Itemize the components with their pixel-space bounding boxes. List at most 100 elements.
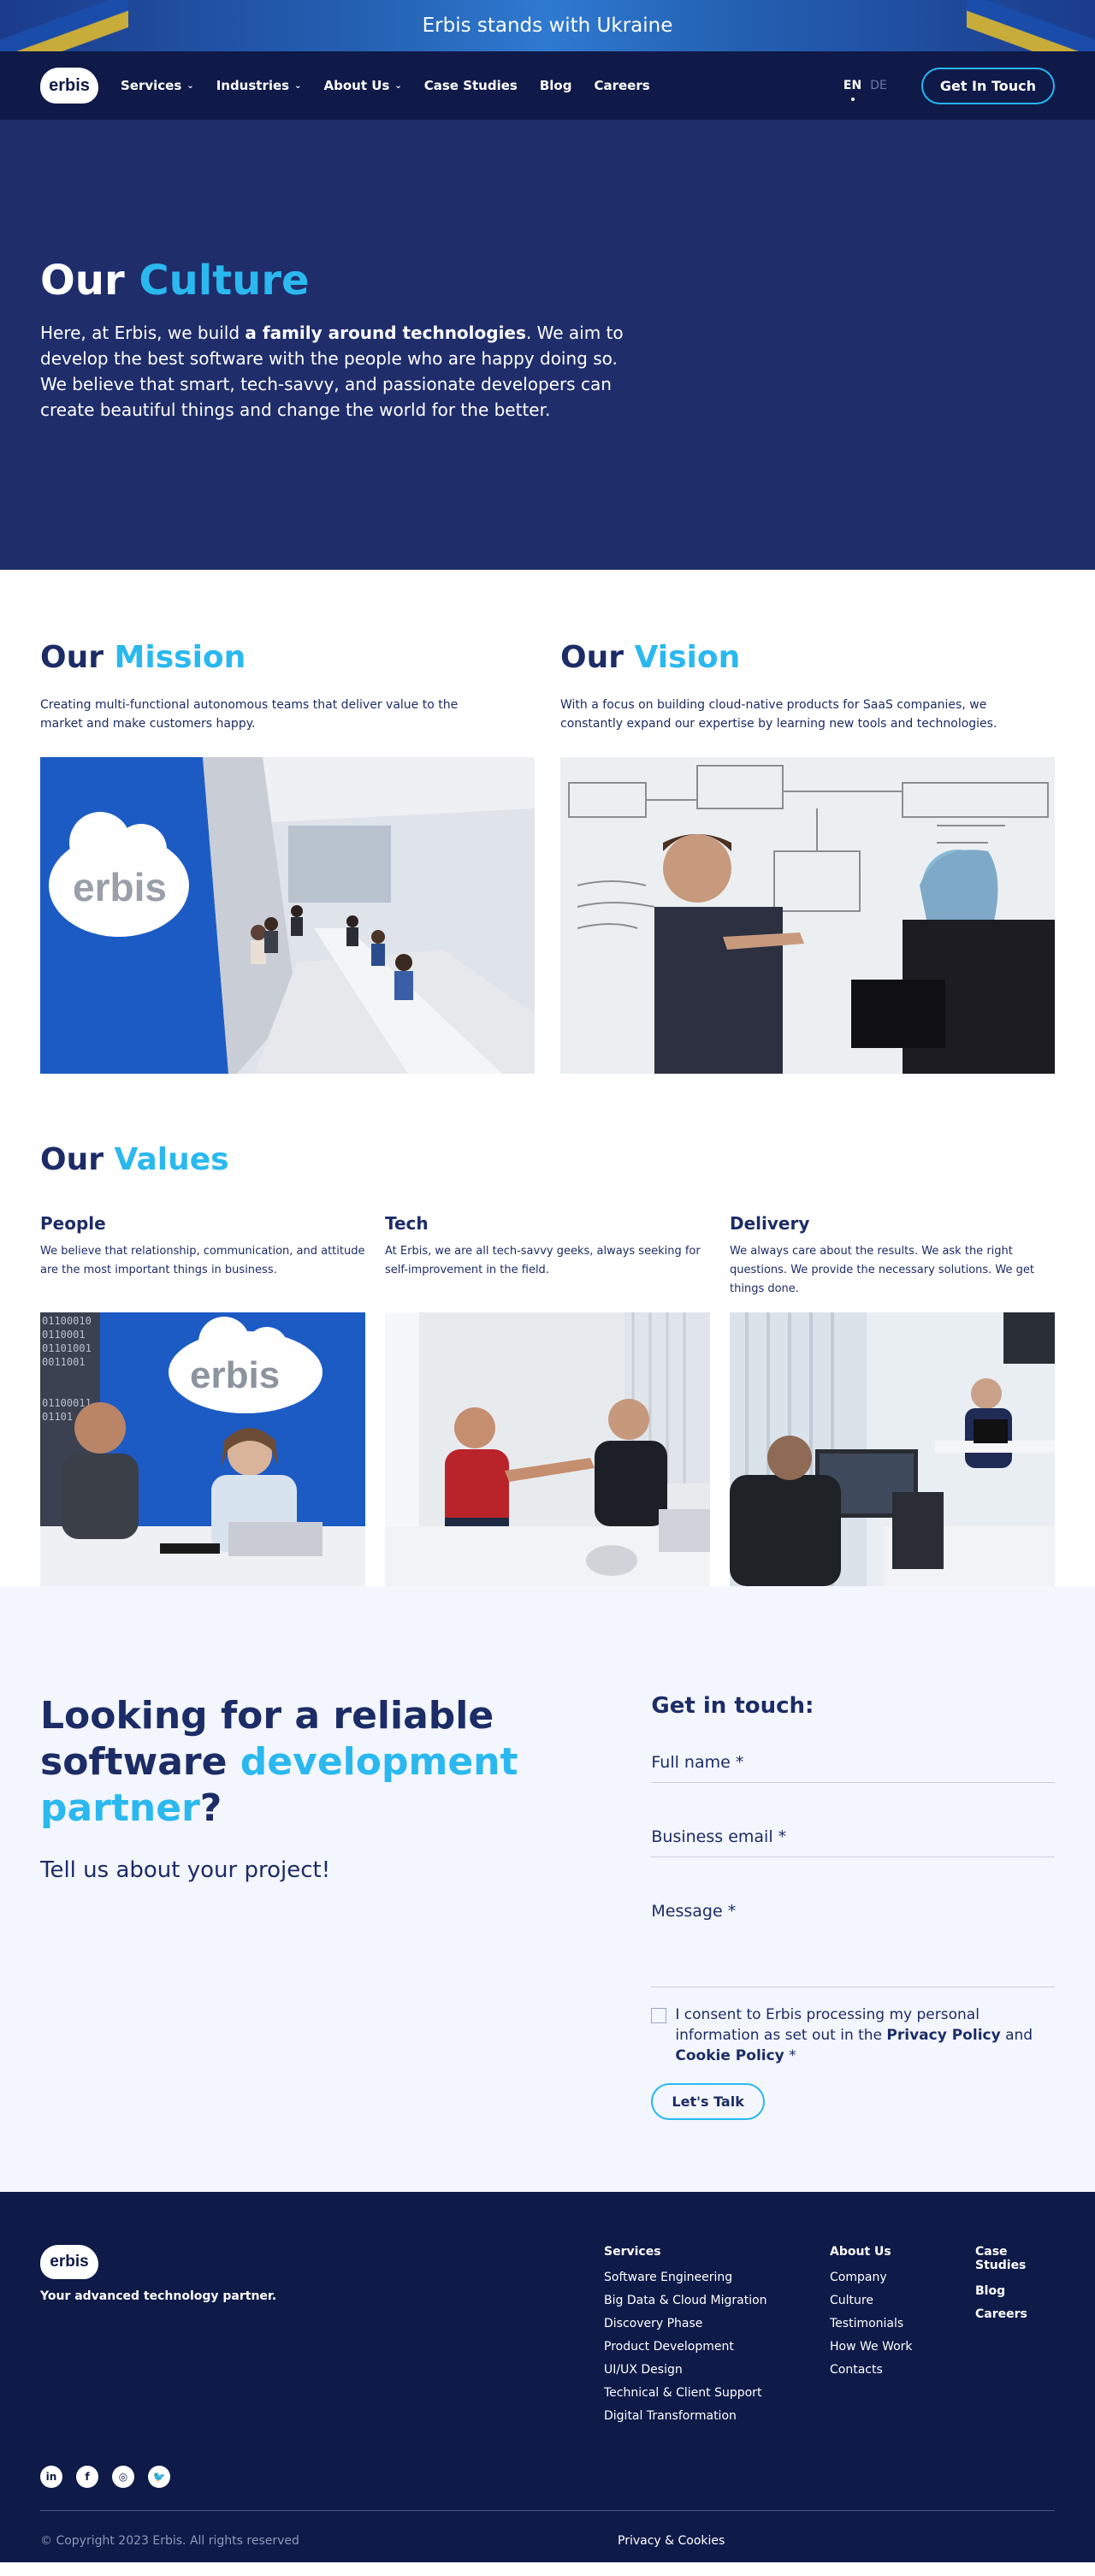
- lets-talk-button[interactable]: Let's Talk: [651, 2083, 765, 2120]
- chevron-down-icon: ⌄: [186, 80, 194, 91]
- svg-text:0011001: 0011001: [42, 1356, 86, 1368]
- nav-item-case-studies[interactable]: Case Studies: [424, 78, 518, 93]
- footer-logo[interactable]: erbis: [40, 2245, 98, 2279]
- value-title: Delivery: [730, 1213, 810, 1234]
- footer-divider: [40, 2510, 1055, 2511]
- footer-link[interactable]: Digital Transformation: [604, 2409, 830, 2423]
- nav-item-about-us[interactable]: About Us ⌄: [324, 78, 402, 93]
- footer-link[interactable]: Product Development: [604, 2340, 830, 2354]
- lang-de[interactable]: DE: [870, 79, 887, 92]
- footer-link-careers[interactable]: Careers: [975, 2307, 1061, 2321]
- value-text: We believe that relationship, communicat…: [40, 1245, 365, 1276]
- value-tech: Tech At Erbis, we are all tech-savvy gee…: [385, 1213, 710, 1586]
- vision-title: Our Vision: [560, 640, 741, 675]
- footer-link[interactable]: Software Engineering: [604, 2271, 830, 2284]
- contact-subtitle: Tell us about your project!: [40, 1857, 331, 1883]
- nav-item-blog[interactable]: Blog: [540, 78, 572, 93]
- vision-block: Our Vision With a focus on building clou…: [560, 640, 1055, 1074]
- value-text: At Erbis, we are all tech-savvy geeks, a…: [385, 1245, 701, 1276]
- instagram-icon[interactable]: ◎: [112, 2466, 134, 2488]
- full-name-field[interactable]: Full name *: [651, 1753, 1055, 1783]
- wall-logo-text: erbis: [73, 865, 167, 909]
- footer: erbis Your advanced technology partner. …: [0, 2192, 1095, 2562]
- hero-text: Here, at Erbis, we build a family around…: [40, 323, 624, 420]
- people-photo: 01100010 0110001 01101001 0011001 01100011 0…: [40, 1312, 365, 1586]
- footer-columns: Services Software Engineering Big Data &…: [604, 2245, 1061, 2432]
- facebook-icon[interactable]: f: [76, 2466, 98, 2488]
- footer-services-column: Services Software Engineering Big Data &…: [604, 2245, 830, 2432]
- value-delivery: Delivery We always care about the result…: [730, 1213, 1055, 1586]
- value-title: People: [40, 1213, 106, 1234]
- vision-photo: [560, 757, 1055, 1074]
- main-nav: erbis Services ⌄ Industries ⌄ About Us ⌄ Ca…: [0, 51, 1095, 120]
- business-email-field[interactable]: Business email *: [651, 1827, 1055, 1857]
- nav-item-careers[interactable]: Careers: [594, 78, 649, 93]
- consent-row: I consent to Erbis processing my persona…: [651, 2005, 1055, 2066]
- footer-link[interactable]: Culture: [830, 2294, 975, 2307]
- nav-menu: Services ⌄ Industries ⌄ About Us ⌄ Case Stu…: [121, 78, 650, 93]
- privacy-cookies-link[interactable]: Privacy & Cookies: [618, 2534, 725, 2548]
- footer-link[interactable]: Company: [830, 2271, 975, 2284]
- mission-title: Our Mission: [40, 640, 246, 675]
- footer-link[interactable]: UI/UX Design: [604, 2363, 830, 2377]
- nav-item-industries[interactable]: Industries ⌄: [216, 78, 302, 93]
- chevron-down-icon: ⌄: [394, 80, 402, 91]
- erbis-logo[interactable]: erbis: [40, 68, 98, 104]
- footer-about-column: About Us Company Culture Testimonials Ho…: [830, 2245, 975, 2432]
- tech-photo: [385, 1312, 710, 1586]
- footer-link[interactable]: Big Data & Cloud Migration: [604, 2294, 830, 2307]
- svg-text:0110001: 0110001: [42, 1329, 86, 1341]
- get-in-touch-button[interactable]: Get In Touch: [920, 67, 1055, 104]
- mission-photo: erbis: [40, 757, 535, 1074]
- social-links: in f ◎ 🐦: [40, 2466, 170, 2488]
- language-switcher: EN DE: [843, 79, 887, 92]
- contact-heading: Looking for a reliable software developm…: [40, 1694, 518, 1830]
- nav-item-services[interactable]: Services ⌄: [121, 78, 194, 93]
- cookie-policy-link[interactable]: Cookie Policy: [675, 2047, 784, 2064]
- footer-link[interactable]: How We Work: [830, 2340, 975, 2354]
- message-field[interactable]: Message *: [651, 1902, 1055, 1987]
- footer-link-blog[interactable]: Blog: [975, 2284, 1061, 2298]
- banner-text: Erbis stands with Ukraine: [422, 15, 673, 37]
- hero-section: Our Culture Here, at Erbis, we build a f…: [0, 120, 1095, 570]
- privacy-policy-link[interactable]: Privacy Policy: [886, 2027, 1000, 2044]
- footer-link-case-studies[interactable]: Case Studies: [975, 2245, 1061, 2272]
- value-title: Tech: [385, 1213, 429, 1234]
- footer-link[interactable]: Technical & Client Support: [604, 2386, 830, 2400]
- form-title: Get in touch:: [651, 1693, 814, 1719]
- mission-text: Creating multi-functional autonomous tea…: [40, 698, 459, 731]
- contact-form: Get in touch: Full name * Business email…: [651, 1693, 1055, 2192]
- svg-text:01101: 01101: [42, 1411, 73, 1423]
- consent-checkbox[interactable]: [651, 2008, 667, 2023]
- footer-link[interactable]: Contacts: [830, 2363, 975, 2377]
- lang-en[interactable]: EN: [843, 79, 861, 92]
- chevron-down-icon: ⌄: [294, 80, 302, 91]
- page-title: Our Culture: [40, 257, 310, 305]
- footer-link[interactable]: Discovery Phase: [604, 2317, 830, 2330]
- footer-link[interactable]: Testimonials: [830, 2317, 975, 2330]
- mission-block: Our Mission Creating multi-functional au…: [40, 640, 535, 1074]
- footer-column-heading: About Us: [830, 2245, 891, 2259]
- linkedin-icon[interactable]: in: [40, 2466, 62, 2488]
- footer-column-heading: Services: [604, 2245, 661, 2259]
- svg-text:01100011: 01100011: [42, 1397, 92, 1409]
- mission-vision-section: Our Mission Creating multi-functional au…: [0, 570, 1095, 1074]
- values-list: People We believe that relationship, com…: [40, 1213, 1055, 1586]
- copyright: © Copyright 2023 Erbis. All rights reser…: [40, 2534, 299, 2548]
- contact-intro: Looking for a reliable software developm…: [40, 1693, 651, 2192]
- delivery-photo: [730, 1312, 1055, 1586]
- twitter-icon[interactable]: 🐦: [148, 2466, 170, 2488]
- values-section: Our Values People We believe that relati…: [0, 1074, 1095, 1586]
- wall-logo-text: erbis: [190, 1354, 280, 1396]
- value-people: People We believe that relationship, com…: [40, 1213, 365, 1586]
- contact-section: Looking for a reliable software developm…: [0, 1586, 1095, 2192]
- consent-text: I consent to Erbis processing my persona…: [675, 2006, 1033, 2064]
- ukraine-banner: Erbis stands with Ukraine: [0, 0, 1095, 51]
- footer-extra-column: Case Studies Blog Careers: [975, 2245, 1061, 2432]
- value-text: We always care about the results. We ask…: [730, 1245, 1034, 1295]
- values-title: Our Values: [40, 1142, 229, 1177]
- vision-text: With a focus on building cloud-native pr…: [560, 698, 997, 731]
- svg-text:01100010: 01100010: [42, 1315, 92, 1327]
- ukraine-flag-decoration: [967, 0, 1095, 51]
- svg-text:01101001: 01101001: [42, 1342, 92, 1354]
